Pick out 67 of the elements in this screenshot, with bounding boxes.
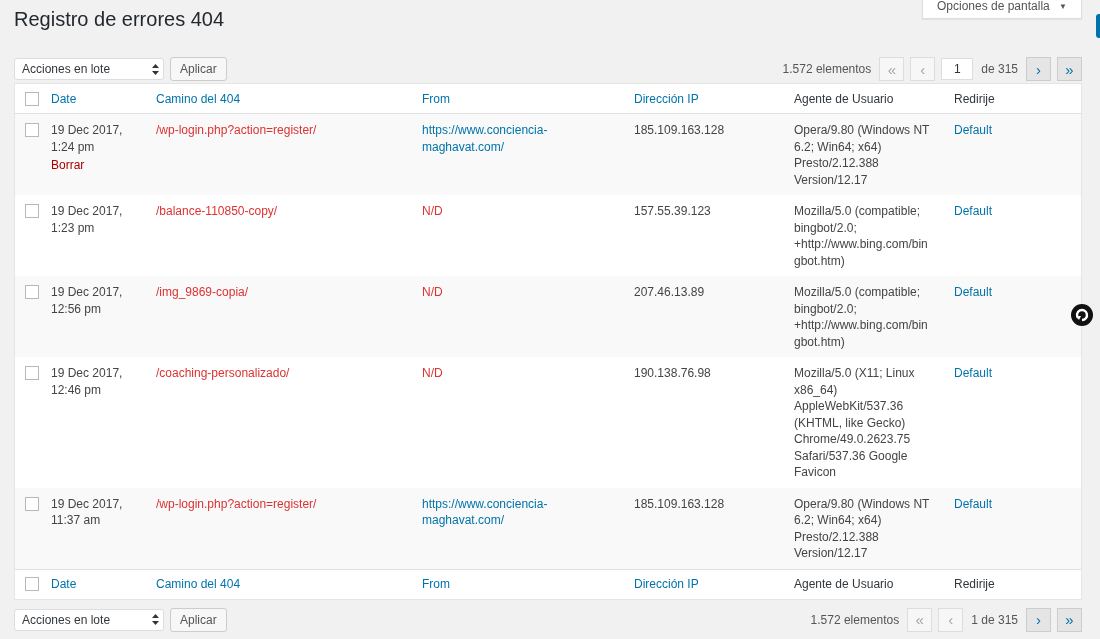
path-link[interactable]: /coaching-personalizado/: [156, 366, 290, 380]
date-text: 19 Dec 2017, 12:56 pm: [51, 284, 124, 317]
select-all-checkbox[interactable]: [25, 577, 39, 591]
user-agent-text: Mozilla/5.0 (X11; Linux x86_64) AppleWebKit/537.36 (KHTML, like Gecko) Chrome/49.0.2623.75 Safari/537.36 Google Favicon: [794, 366, 915, 479]
referrer-text: N/D: [422, 366, 443, 380]
ip-address: 157.55.39.123: [634, 204, 711, 218]
ip-address: 207.46.13.89: [634, 285, 705, 299]
ip-address: 185.109.163.128: [634, 496, 725, 511]
ip-address: 185.109.163.128: [634, 123, 725, 137]
column-header: Redirije: [954, 577, 995, 591]
date-text: 19 Dec 2017, 12:46 pm: [51, 365, 124, 398]
user-agent-text: Mozilla/5.0 (compatible; bingbot/2.0; +http://www.bing.com/bingbot.htm): [794, 285, 928, 349]
column-header: Agente de Usuario: [794, 91, 894, 106]
items-count: 1.572 elementos: [782, 62, 872, 76]
path-link[interactable]: /img_9869-copia/: [156, 285, 249, 299]
column-header-link[interactable]: From: [422, 91, 614, 106]
redirect-link[interactable]: Default: [954, 285, 993, 299]
page-indicator: 1 de 315: [971, 612, 1018, 627]
page-total: de 315: [981, 62, 1018, 76]
redirect-link[interactable]: Default: [954, 123, 993, 137]
select-arrows-icon: [152, 614, 159, 625]
referrer-link[interactable]: https://www.conciencia-maghavat.com/: [422, 122, 614, 155]
row-checkbox[interactable]: [25, 366, 39, 380]
screen-options-button[interactable]: Opciones de pantalla ▼: [922, 0, 1082, 19]
last-page-button[interactable]: »: [1057, 607, 1082, 632]
column-header: Redirije: [954, 91, 995, 106]
column-header-link[interactable]: Camino del 404: [156, 91, 241, 106]
referrer-link[interactable]: https://www.conciencia-maghavat.com/: [422, 495, 614, 529]
next-page-button[interactable]: ›: [1026, 607, 1051, 632]
column-header-link[interactable]: Dirección IP: [634, 91, 699, 106]
bulk-actions-select[interactable]: Acciones en lote: [14, 608, 164, 631]
page-number-field[interactable]: 1: [941, 58, 974, 80]
user-agent-text: Opera/9.80 (Windows NT 6.2; Win64; x64) Presto/2.12.388 Version/12.17: [794, 123, 930, 187]
referrer-text: N/D: [422, 204, 443, 218]
row-checkbox[interactable]: [25, 285, 39, 299]
column-header-link[interactable]: Camino del 404: [156, 577, 241, 591]
user-agent-text: Opera/9.80 (Windows NT 6.2; Win64; x64) Presto/2.12.388 Version/12.17: [794, 496, 930, 560]
column-header-link[interactable]: From: [422, 577, 614, 591]
redirect-link[interactable]: Default: [954, 496, 993, 511]
redirect-link[interactable]: Default: [954, 204, 993, 218]
row-checkbox[interactable]: [25, 496, 39, 511]
apply-button[interactable]: Aplicar: [170, 607, 227, 632]
column-header: Agente de Usuario: [794, 577, 894, 591]
row-checkbox[interactable]: [25, 123, 39, 137]
select-arrows-icon: [152, 63, 159, 75]
ip-address: 190.138.76.98: [634, 366, 711, 380]
path-link[interactable]: /balance-110850-copy/: [156, 204, 278, 218]
column-header-link[interactable]: Date: [51, 577, 77, 591]
date-text: 19 Dec 2017, 11:37 am: [51, 495, 124, 529]
next-page-button[interactable]: ›: [1026, 57, 1051, 81]
path-link[interactable]: /wp-login.php?action=register/: [156, 123, 317, 137]
apply-button[interactable]: Aplicar: [170, 57, 227, 81]
delete-link[interactable]: Borrar: [51, 157, 85, 174]
column-header-link[interactable]: Date: [51, 91, 77, 106]
path-link[interactable]: /wp-login.php?action=register/: [156, 496, 317, 511]
date-text: 19 Dec 2017, 1:23 pm: [51, 203, 124, 236]
row-checkbox[interactable]: [25, 204, 39, 218]
page-title: Registro de errores 404: [14, 7, 225, 32]
user-agent-text: Mozilla/5.0 (compatible; bingbot/2.0; +http://www.bing.com/bingbot.htm): [794, 204, 928, 268]
referrer-text: N/D: [422, 285, 443, 299]
redirect-link[interactable]: Default: [954, 366, 993, 380]
date-text: 19 Dec 2017, 1:24 pm: [51, 122, 124, 155]
items-count: 1.572 elementos: [810, 612, 900, 627]
bulk-actions-select[interactable]: Acciones en lote: [14, 58, 164, 80]
select-all-checkbox[interactable]: [25, 91, 39, 106]
last-page-button[interactable]: »: [1057, 57, 1082, 81]
column-header-link[interactable]: Dirección IP: [634, 577, 699, 591]
